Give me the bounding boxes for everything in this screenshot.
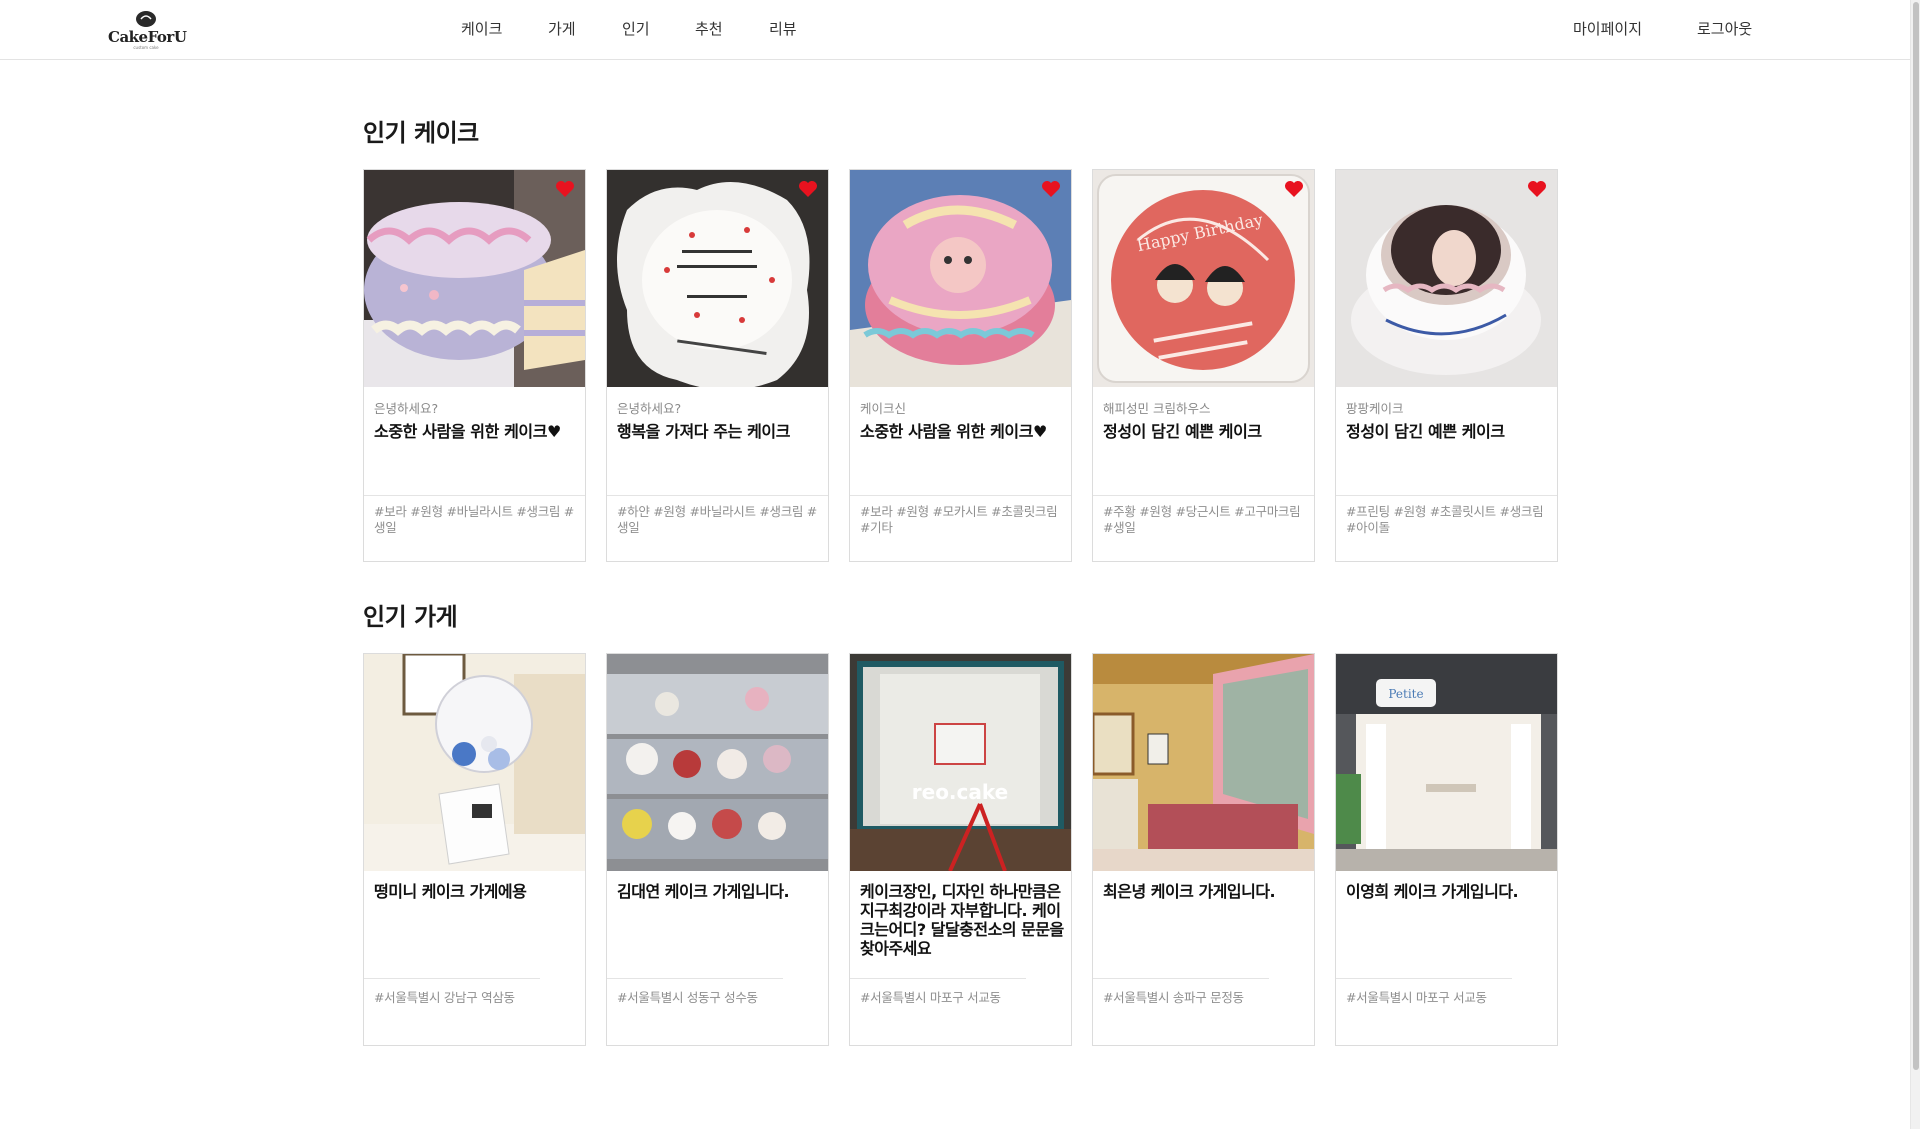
popular-shops-title: 인기 가게 <box>363 603 458 631</box>
cake-card[interactable]: 케이크신 소중한 사람을 위한 케이크♥ #보라 #원형 #모카시트 #초콜릿크… <box>849 169 1072 562</box>
cake-tags: #보라 #원형 #모카시트 #초콜릿크림 #기타 <box>860 504 1058 535</box>
divider <box>607 978 783 979</box>
logo-subtext: custom cake <box>133 45 159 50</box>
shop-card[interactable]: reo.cake 케이크장인, 디자인 하나만큼은 지구최강이라 자부합니다. … <box>849 653 1072 1046</box>
cake-title: 정성이 담긴 예쁜 케이크 <box>1346 422 1505 441</box>
cake-image: Happy Birthday <box>1093 170 1314 387</box>
shop-address: #서울특별시 송파구 문정동 <box>1103 990 1244 1005</box>
cake-title: 소중한 사람을 위한 케이크♥ <box>860 422 1047 441</box>
scrollbar-thumb[interactable] <box>1913 2 1919 1070</box>
divider <box>850 978 1026 979</box>
shop-sign-text: reo.cake <box>912 780 1008 804</box>
popular-cakes-title: 인기 케이크 <box>363 119 479 147</box>
cake-logo-icon <box>136 11 156 27</box>
shop-card[interactable]: 떵미니 케이크 가게에용 #서울특별시 강남구 역삼동 <box>363 653 586 1046</box>
nav-shop[interactable]: 가게 <box>548 0 576 60</box>
divider <box>364 495 585 496</box>
cake-title: 소중한 사람을 위한 케이크♥ <box>374 422 561 441</box>
store-name: 케이크신 <box>860 401 907 416</box>
shop-image: Petite <box>1336 654 1557 871</box>
shop-card[interactable]: Petite 이영희 케이크 가게입니다. #서울특별시 마포구 서교동 <box>1335 653 1558 1046</box>
nav-popular[interactable]: 인기 <box>622 0 650 60</box>
nav-cake[interactable]: 케이크 <box>461 0 502 60</box>
logo-text: CakeForU <box>108 28 187 46</box>
shop-address: #서울특별시 마포구 서교동 <box>1346 990 1487 1005</box>
shop-address: #서울특별시 성동구 성수동 <box>617 990 758 1005</box>
heart-icon[interactable] <box>555 180 575 198</box>
shop-card[interactable]: 최은녕 케이크 가게입니다. #서울특별시 송파구 문정동 <box>1092 653 1315 1046</box>
popular-shops-list: 떵미니 케이크 가게에용 #서울특별시 강남구 역삼동 김대연 케이크 가게입니… <box>363 653 1559 1046</box>
cake-tags: #주황 #원형 #당근시트 #고구마크림 #생일 <box>1103 504 1301 535</box>
heart-icon[interactable] <box>1284 180 1304 198</box>
divider <box>607 495 828 496</box>
store-name: 은녕하세요? <box>374 401 439 416</box>
divider <box>1336 978 1512 979</box>
cake-image <box>1336 170 1557 387</box>
shop-card[interactable]: 김대연 케이크 가게입니다. #서울특별시 성동구 성수동 <box>606 653 829 1046</box>
nav-review[interactable]: 리뷰 <box>769 0 797 60</box>
divider <box>850 495 1071 496</box>
shop-title: 이영희 케이크 가게입니다. <box>1346 882 1519 901</box>
heart-icon[interactable] <box>1527 180 1547 198</box>
cake-title: 정성이 담긴 예쁜 케이크 <box>1103 422 1262 441</box>
cake-image <box>364 170 585 387</box>
cake-tags: #보라 #원형 #바닐라시트 #생크림 #생일 <box>374 504 574 535</box>
store-name: 해피성민 크림하우스 <box>1103 401 1211 416</box>
cake-card[interactable]: 은녕하세요? 소중한 사람을 위한 케이크♥ #보라 #원형 #바닐라시트 #생… <box>363 169 586 562</box>
shop-image: reo.cake <box>850 654 1071 871</box>
shop-title: 김대연 케이크 가게입니다. <box>617 882 790 901</box>
cake-image <box>607 170 828 387</box>
mypage-link[interactable]: 마이페이지 <box>1573 0 1642 60</box>
cake-card[interactable]: 팡팡케이크 정성이 담긴 예쁜 케이크 #프린팅 #원형 #초콜릿시트 #생크림… <box>1335 169 1558 562</box>
shop-title: 케이크장인, 디자인 하나만큼은 지구최강이라 자부합니다. 케이크는어디? 달… <box>860 882 1064 958</box>
popular-cakes-list: 은녕하세요? 소중한 사람을 위한 케이크♥ #보라 #원형 #바닐라시트 #생… <box>363 169 1559 562</box>
divider <box>364 978 540 979</box>
store-name: 은녕하세요? <box>617 401 682 416</box>
shop-title: 떵미니 케이크 가게에용 <box>374 882 527 901</box>
logout-link[interactable]: 로그아웃 <box>1697 0 1752 60</box>
cake-tags: #프린팅 #원형 #초콜릿시트 #생크림 #아이돌 <box>1346 504 1544 535</box>
cake-card[interactable]: Happy Birthday 해피성민 크림하우스 정성이 담긴 예쁜 케이크 … <box>1092 169 1315 562</box>
divider <box>1093 495 1314 496</box>
heart-icon[interactable] <box>798 180 818 198</box>
shop-image <box>607 654 828 871</box>
store-name: 팡팡케이크 <box>1346 401 1404 416</box>
cakeforu-logo[interactable]: CakeForU custom cake <box>108 8 187 54</box>
shop-address: #서울특별시 마포구 서교동 <box>860 990 1001 1005</box>
cake-card[interactable]: 은녕하세요? 행복을 가져다 주는 케이크 #하얀 #원형 #바닐라시트 #생크… <box>606 169 829 562</box>
cake-image <box>850 170 1071 387</box>
heart-icon[interactable] <box>1041 180 1061 198</box>
shop-sign-text: Petite <box>1388 687 1423 701</box>
divider <box>1093 978 1269 979</box>
cake-title: 행복을 가져다 주는 케이크 <box>617 422 791 441</box>
shop-image <box>1093 654 1314 871</box>
page-scrollbar[interactable] <box>1910 0 1920 1129</box>
shop-title: 최은녕 케이크 가게입니다. <box>1103 882 1276 901</box>
nav-recommend[interactable]: 추천 <box>695 0 723 60</box>
divider <box>1336 495 1557 496</box>
shop-address: #서울특별시 강남구 역삼동 <box>374 990 515 1005</box>
cake-tags: #하얀 #원형 #바닐라시트 #생크림 #생일 <box>617 504 817 535</box>
shop-image <box>364 654 585 871</box>
top-navigation-bar: CakeForU custom cake 케이크 가게 인기 추천 리뷰 마이페… <box>0 0 1920 60</box>
